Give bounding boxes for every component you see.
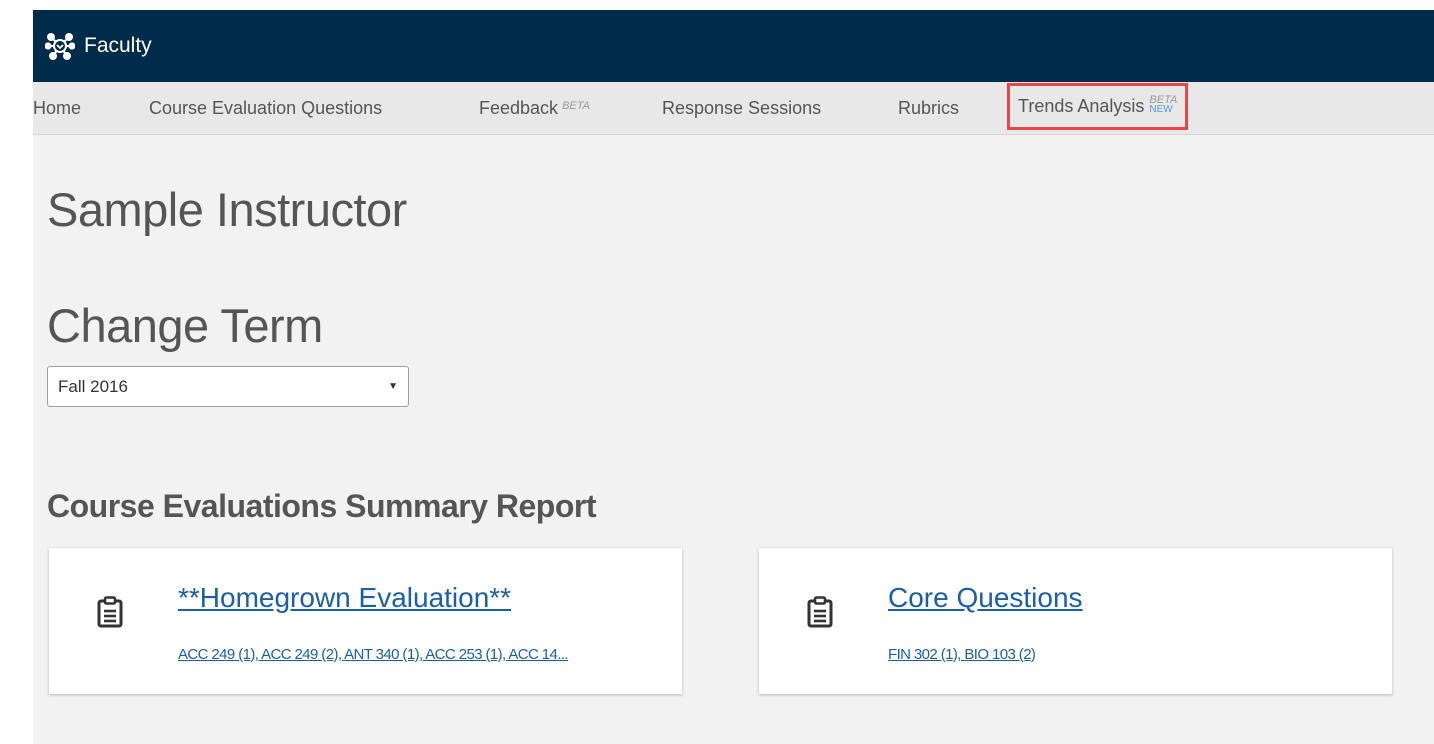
badge-stack: BETA NEW [1149, 93, 1178, 115]
evaluation-courses-link[interactable]: FIN 302 (1), BIO 103 (2) [888, 646, 1035, 663]
evaluation-title-link[interactable]: Core Questions [888, 582, 1083, 614]
term-select-value: Fall 2016 [58, 376, 128, 396]
nav-item-response-sessions[interactable]: Response Sessions [662, 82, 821, 135]
app-name[interactable]: Faculty [84, 34, 152, 58]
term-select[interactable]: Fall 2016 ▼ [47, 366, 409, 407]
network-nodes-icon[interactable] [45, 31, 75, 61]
evaluation-title-link[interactable]: **Homegrown Evaluation** [178, 582, 511, 614]
beta-badge: BETA [1149, 93, 1178, 106]
summary-report-heading: Course Evaluations Summary Report [47, 488, 596, 524]
instructor-name: Sample Instructor [47, 183, 407, 236]
nav-item-home[interactable]: Home [33, 82, 81, 135]
nav-item-label: Response Sessions [662, 98, 822, 118]
nav-item-rubrics[interactable]: Rubrics [898, 82, 959, 135]
clipboard-icon [807, 596, 833, 628]
nav-item-label: Rubrics [898, 98, 960, 118]
clipboard-icon [97, 596, 123, 628]
evaluation-card: **Homegrown Evaluation** ACC 249 (1), AC… [49, 548, 682, 694]
app-frame: Faculty Home Course Evaluation Questions… [33, 10, 1434, 744]
nav-item-label: Feedback [479, 98, 559, 118]
chevron-down-icon: ▼ [388, 381, 398, 392]
new-badge: NEW [1149, 103, 1173, 115]
change-term-heading: Change Term [47, 299, 323, 352]
top-header: Faculty [33, 10, 1434, 82]
main-nav: Home Course Evaluation Questions Feedbac… [33, 82, 1434, 135]
beta-badge: BETA [562, 99, 590, 112]
nav-item-trends-analysis[interactable]: Trends Analysis BETA NEW [1007, 83, 1189, 130]
evaluation-courses-link[interactable]: ACC 249 (1), ACC 249 (2), ANT 340 (1), A… [178, 646, 568, 663]
nav-item-label: Course Evaluation Questions [149, 98, 383, 118]
nav-item-label: Trends Analysis [1018, 96, 1145, 116]
nav-item-label: Home [33, 98, 82, 118]
nav-item-feedback[interactable]: Feedback BETA [479, 82, 590, 135]
nav-item-course-evaluation-questions[interactable]: Course Evaluation Questions [149, 82, 382, 135]
evaluation-card: Core Questions FIN 302 (1), BIO 103 (2) [759, 548, 1392, 694]
